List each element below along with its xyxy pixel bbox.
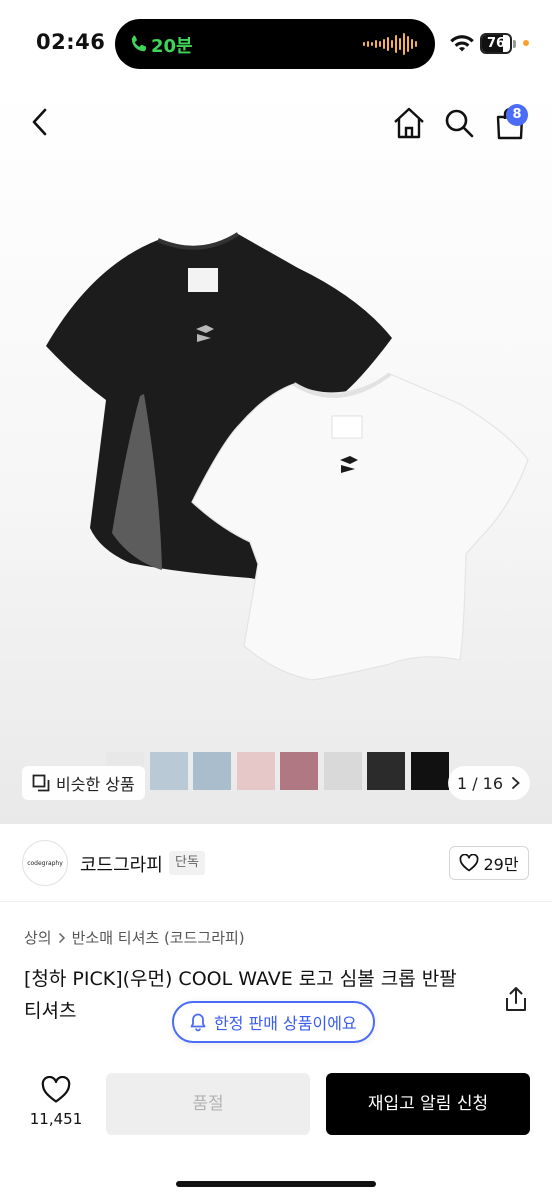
- color-thumbnail[interactable]: [280, 752, 318, 790]
- bell-icon: [190, 1013, 206, 1032]
- dynamic-island[interactable]: 20분: [115, 19, 435, 69]
- heart-icon: [41, 1076, 71, 1103]
- soldout-button[interactable]: 품절: [106, 1073, 310, 1135]
- color-thumbnail-strip[interactable]: [106, 752, 449, 790]
- chevron-right-icon: [512, 777, 520, 789]
- status-bar: 02:46 20분 76: [0, 0, 552, 88]
- chevron-right-icon: [58, 932, 65, 943]
- copy-icon: [32, 774, 50, 792]
- limited-sale-label: 한정 판매 상품이에요: [214, 1014, 357, 1033]
- color-thumbnail[interactable]: [193, 752, 231, 790]
- audio-waveform-icon: [363, 33, 417, 55]
- brand-logo-text: codegraphy: [27, 859, 63, 867]
- wishlist-button[interactable]: 11,451: [18, 1076, 94, 1138]
- color-thumbnail[interactable]: [367, 752, 405, 790]
- restock-alert-button[interactable]: 재입고 알림 신청: [326, 1073, 530, 1135]
- image-pager-label: 1 / 16: [456, 773, 504, 793]
- back-icon[interactable]: [26, 106, 54, 138]
- wifi-icon: [450, 35, 474, 52]
- color-thumbnail[interactable]: [410, 752, 449, 790]
- color-thumbnail[interactable]: [323, 752, 362, 790]
- share-icon[interactable]: [504, 986, 528, 1012]
- color-thumbnail[interactable]: [236, 752, 275, 790]
- brand-logo[interactable]: codegraphy: [22, 840, 68, 886]
- product-image-gallery[interactable]: 8 비슷한 상품 1 / 16: [0, 88, 552, 824]
- brand-like-button[interactable]: 29만: [449, 846, 529, 880]
- similar-products-label: 비슷한 상품: [56, 775, 135, 794]
- limited-sale-toast: 한정 판매 상품이에요: [172, 1001, 375, 1043]
- exclusive-badge: 단독: [169, 851, 205, 875]
- breadcrumb-subcategory[interactable]: 반소매 티셔츠 (코드그라피): [72, 927, 245, 948]
- brand-like-count: 29만: [483, 855, 519, 874]
- status-time: 02:46: [36, 30, 106, 54]
- battery-tip: [513, 40, 516, 48]
- home-icon[interactable]: [392, 106, 426, 140]
- heart-icon: [460, 854, 479, 872]
- color-thumbnail[interactable]: [149, 752, 188, 790]
- breadcrumb-category[interactable]: 상의: [24, 927, 52, 948]
- similar-products-button[interactable]: 비슷한 상품: [22, 766, 145, 800]
- mic-in-use-dot: [523, 40, 529, 46]
- image-pager[interactable]: 1 / 16: [448, 766, 530, 800]
- battery-percent: 76: [486, 36, 506, 51]
- breadcrumb: 상의 반소매 티셔츠 (코드그라피): [24, 927, 245, 948]
- brand-row: codegraphy 코드그라피 단독 29만: [0, 824, 552, 902]
- product-photo: [46, 232, 529, 681]
- home-indicator: [176, 1181, 376, 1187]
- battery-indicator: 76: [480, 33, 512, 54]
- search-icon[interactable]: [444, 108, 474, 138]
- phone-call-icon: [131, 35, 147, 52]
- wishlist-count: 11,451: [29, 1110, 83, 1128]
- call-duration: 20분: [151, 36, 193, 57]
- brand-name[interactable]: 코드그라피: [80, 851, 163, 877]
- bottom-action-bar: 11,451 품절 재입고 알림 신청: [0, 1060, 552, 1200]
- cart-count-badge: 8: [506, 104, 528, 126]
